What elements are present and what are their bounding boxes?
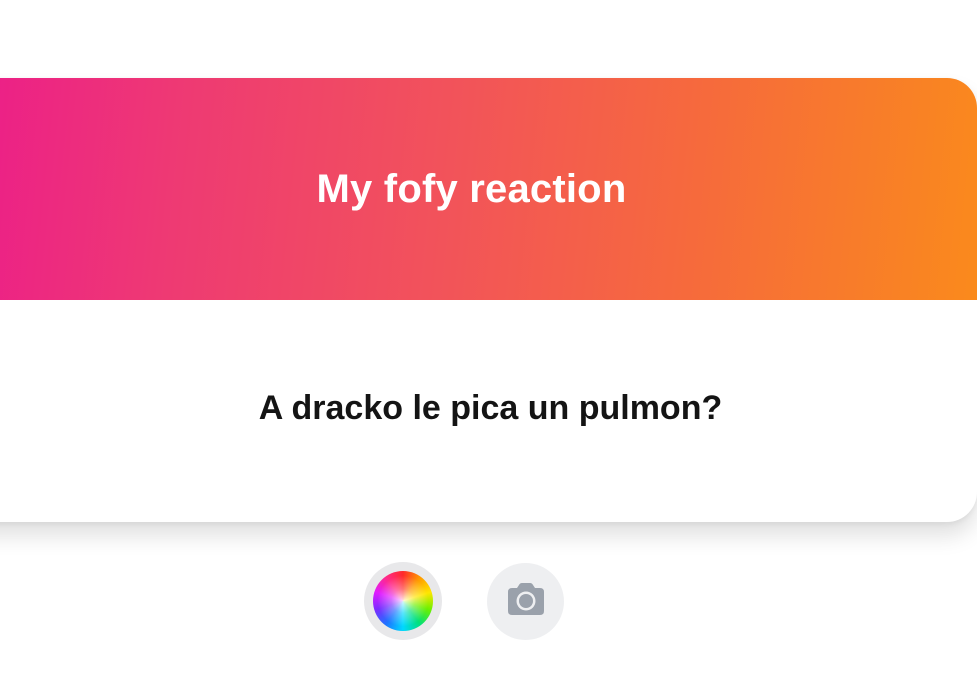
reaction-screen: My fofy reaction A dracko le pica un pul… bbox=[0, 0, 977, 682]
card-body: A dracko le pica un pulmon? bbox=[0, 300, 977, 522]
reaction-card: My fofy reaction A dracko le pica un pul… bbox=[0, 78, 977, 522]
color-picker-button[interactable] bbox=[364, 562, 442, 640]
camera-icon bbox=[506, 582, 546, 621]
card-title: My fofy reaction bbox=[316, 166, 627, 211]
camera-button[interactable] bbox=[487, 563, 564, 640]
card-header: My fofy reaction bbox=[0, 78, 977, 300]
color-wheel-icon bbox=[373, 571, 433, 631]
card-controls bbox=[0, 562, 977, 640]
question-text[interactable]: A dracko le pica un pulmon? bbox=[259, 389, 722, 428]
